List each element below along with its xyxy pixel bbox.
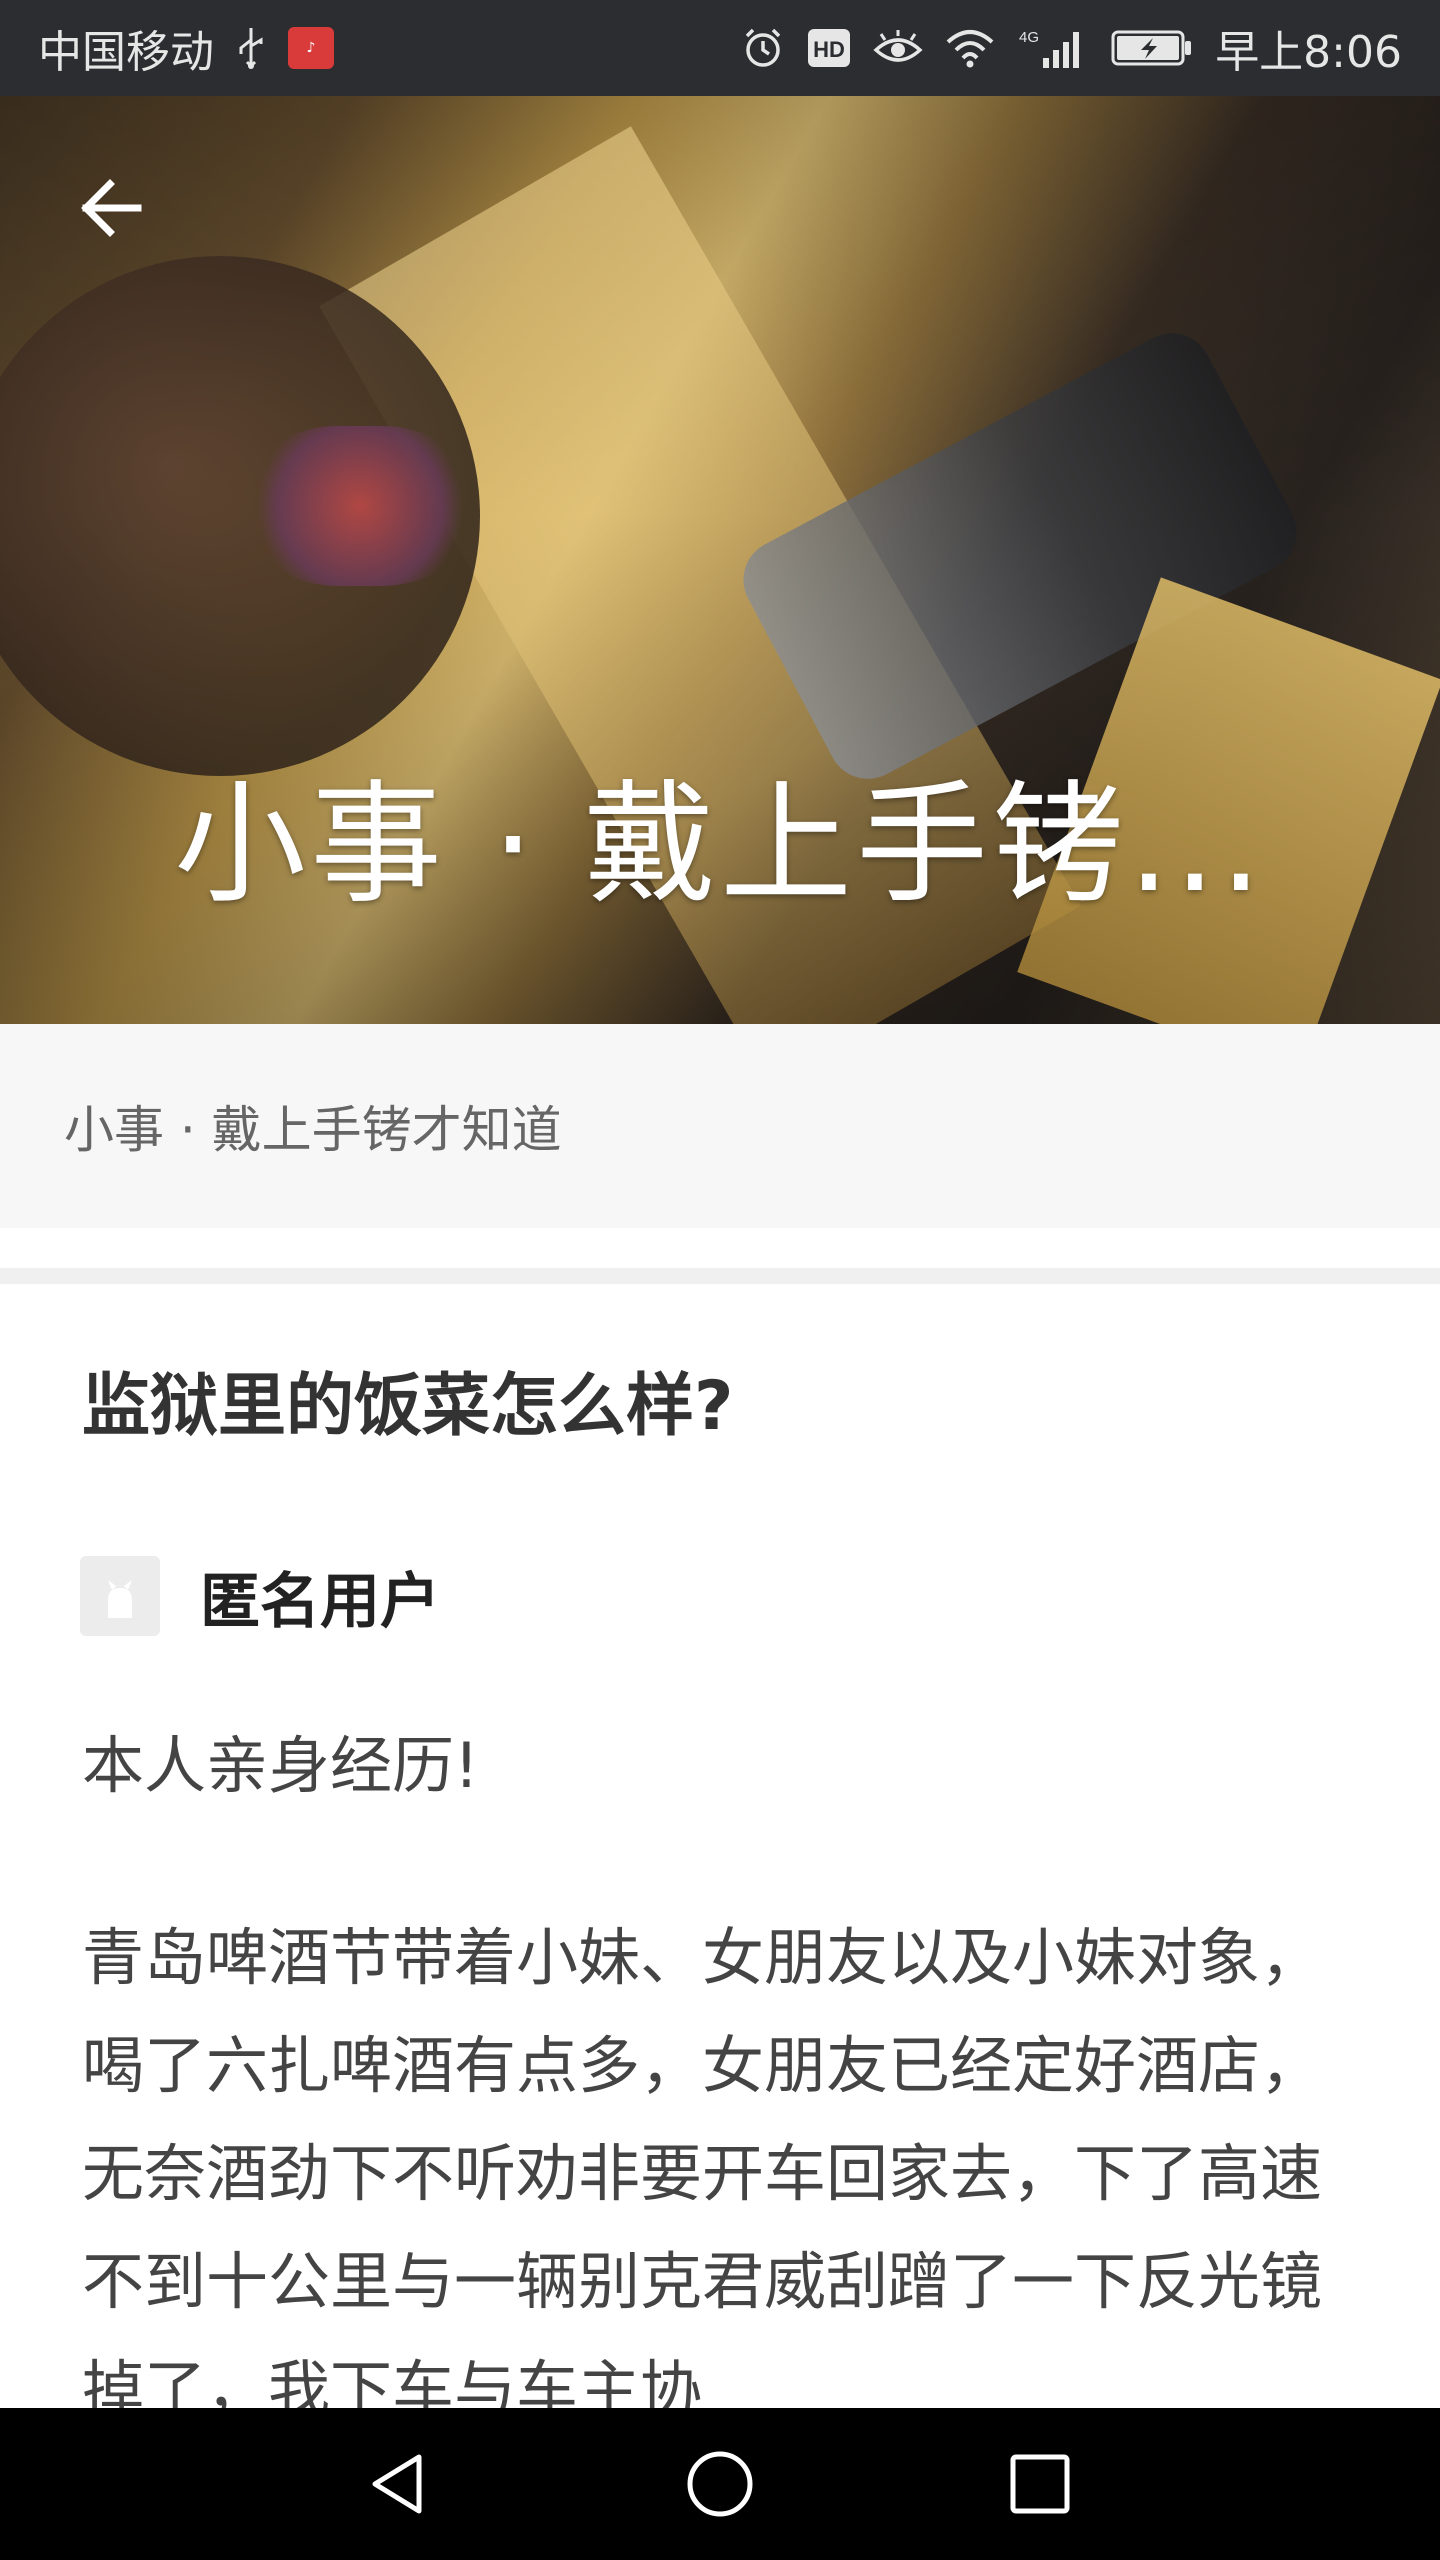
signal-4g-icon: 4G [1017,26,1089,70]
nav-recents-button[interactable] [980,2424,1100,2544]
alarm-icon [741,26,785,70]
network-label: 4G [1019,29,1039,46]
triangle-back-icon [372,2454,422,2514]
eye-comfort-icon [873,28,923,68]
arrow-left-icon [81,179,142,237]
usb-icon [236,26,266,70]
nav-back-button[interactable] [340,2424,460,2544]
author-row[interactable]: 匿名用户 [80,1556,440,1637]
circle-home-icon [687,2451,753,2517]
article-paragraph: 本人亲身经历! [82,1729,479,1802]
article-paragraph: 青岛啤酒节带着小妹、女朋友以及小妹对象，喝了六扎啤酒有点多，女朋友已经定好酒店，… [82,1921,1323,2408]
battery-charging-icon [1111,28,1193,68]
hd-icon: HD [807,28,851,68]
carrier-label: 中国移动 [38,27,214,78]
avatar[interactable] [80,1556,160,1636]
hero-title: 小事 · 戴上手铐... [174,768,1266,922]
anonymous-avatar-icon [108,1580,132,1618]
column-link[interactable]: 小事 · 戴上手铐才知道 [0,1024,1440,1228]
question-title[interactable]: 监狱里的饭菜怎么样? [82,1352,1362,1462]
back-button[interactable] [72,168,152,248]
status-bar: 中国移动 ♪ HD 4G 早上8:06 [0,0,1440,96]
system-nav-bar [0,2408,1440,2560]
author-name[interactable]: 匿名用户 [200,1553,440,1640]
app-notification-icon: ♪ [288,27,334,69]
svg-text:HD: HD [813,37,845,62]
nav-home-button[interactable] [660,2424,780,2544]
column-name: 小事 · 戴上手铐才知道 [64,1101,562,1159]
section-divider [0,1268,1440,1284]
square-recents-icon [1010,2454,1070,2514]
wifi-icon [945,28,995,68]
clock-time: 早上8:06 [1215,27,1402,78]
